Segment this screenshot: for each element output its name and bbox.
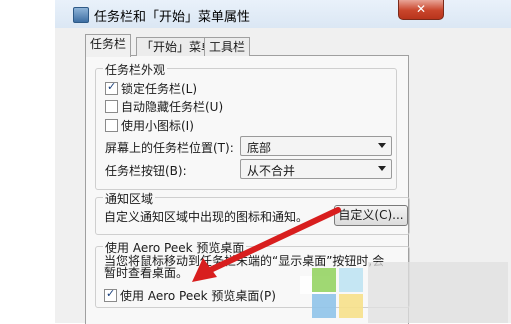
annotation-overlay	[192, 207, 508, 323]
logo-yellow-tile	[339, 294, 363, 318]
logo-cyan-tile	[312, 294, 336, 318]
logo-blue-tile	[339, 268, 363, 292]
logo-green-tile	[312, 268, 336, 292]
red-arrow-shaft	[203, 207, 341, 275]
blurred-region	[368, 262, 508, 323]
tab-taskbar[interactable]: 任务栏	[85, 34, 132, 57]
